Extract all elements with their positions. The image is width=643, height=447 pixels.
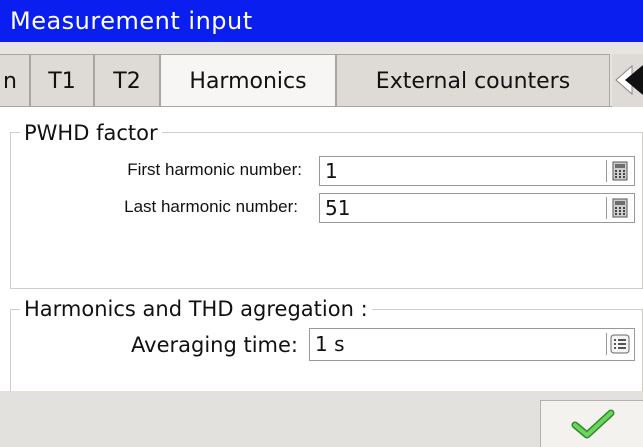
- tab-external-counters[interactable]: External counters: [336, 54, 610, 107]
- checkmark-icon: [571, 409, 615, 443]
- first-harmonic-value: 1: [325, 159, 338, 183]
- tab-label: T1: [48, 68, 76, 94]
- pwhd-group-title: PWHD factor: [20, 121, 162, 145]
- tab-label: T2: [113, 68, 141, 94]
- tab-t2[interactable]: T2: [94, 54, 160, 107]
- last-harmonic-label: Last harmonic number:: [124, 197, 298, 216]
- averaging-time-label: Averaging time:: [131, 333, 298, 357]
- content-panel: PWHD factor First harmonic number: 1 Las…: [0, 107, 643, 391]
- calculator-icon[interactable]: [606, 197, 631, 219]
- aggregation-group-title: Harmonics and THD agregation :: [20, 297, 372, 321]
- title-bar: Measurement input: [0, 0, 643, 42]
- last-harmonic-field[interactable]: 51: [319, 193, 635, 223]
- tab-label: Harmonics: [189, 68, 307, 94]
- tab-bar: n T1 T2 Harmonics External counters: [0, 42, 643, 107]
- tab-previous-partial[interactable]: n: [0, 54, 30, 107]
- tab-harmonics[interactable]: Harmonics: [160, 54, 336, 107]
- tab-label: External counters: [375, 68, 571, 94]
- first-harmonic-field[interactable]: 1: [319, 156, 635, 186]
- list-icon[interactable]: [606, 333, 631, 355]
- calculator-icon[interactable]: [606, 160, 631, 182]
- averaging-time-field[interactable]: 1 s: [309, 328, 635, 361]
- first-harmonic-label: First harmonic number:: [127, 160, 302, 179]
- tab-t1[interactable]: T1: [30, 54, 94, 107]
- tab-scroll-right-icon[interactable]: [612, 54, 643, 107]
- ok-button[interactable]: [540, 400, 643, 447]
- last-harmonic-value: 51: [325, 196, 351, 220]
- tab-label: n: [3, 68, 17, 94]
- window-title: Measurement input: [10, 7, 253, 35]
- averaging-time-value: 1 s: [315, 332, 345, 356]
- footer-bar: [0, 391, 643, 447]
